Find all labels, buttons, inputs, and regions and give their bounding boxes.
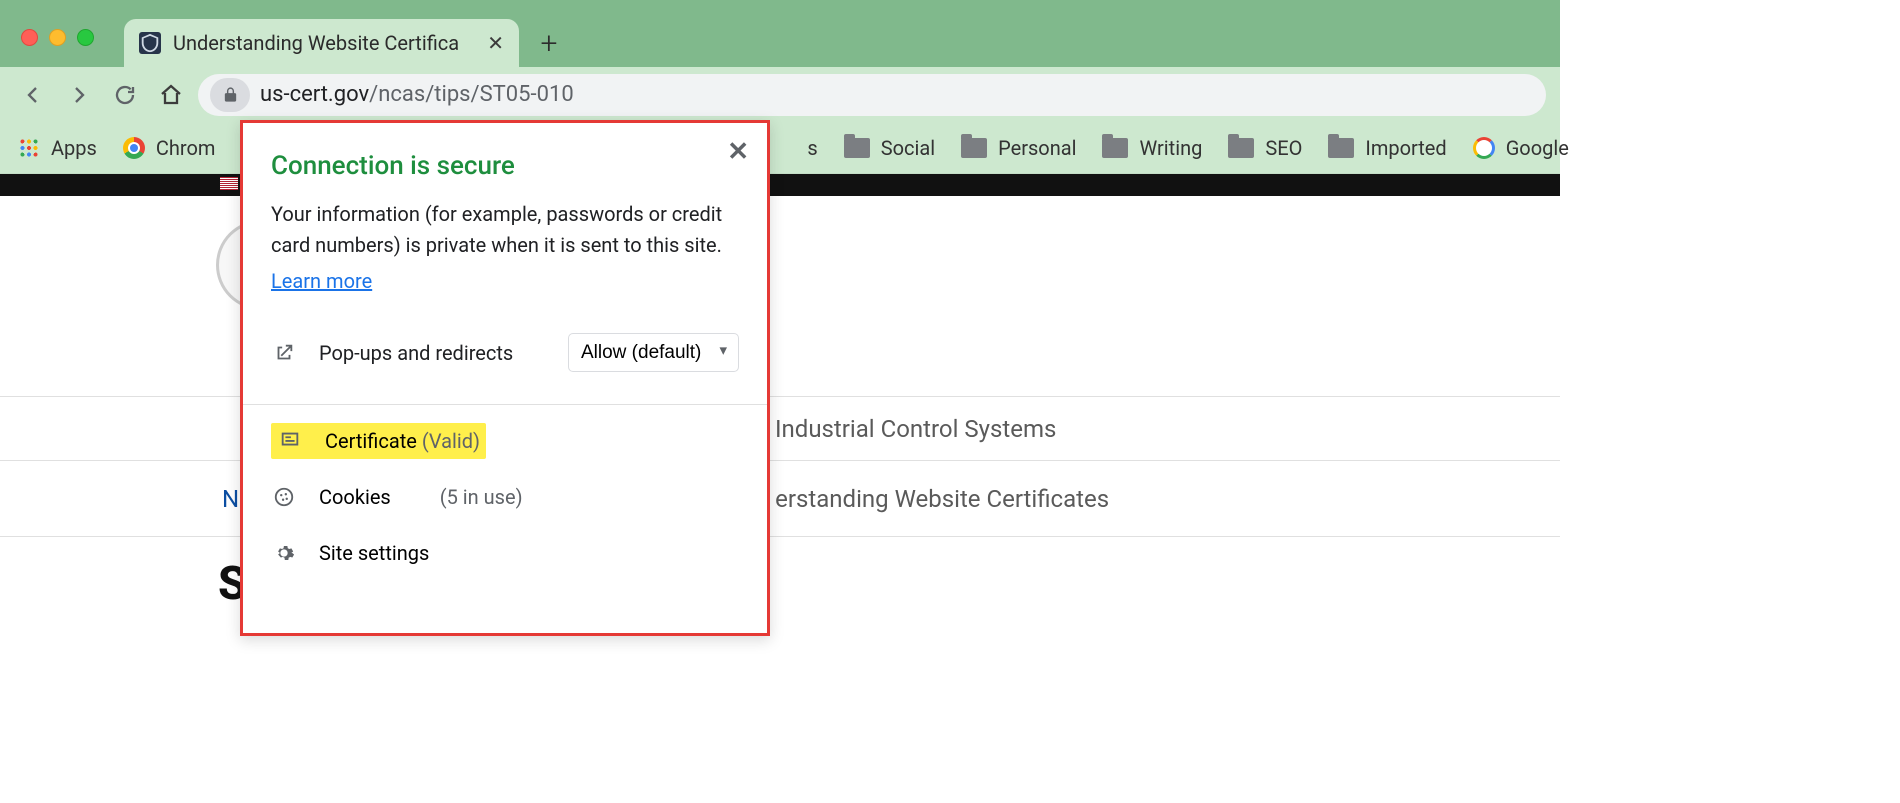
toolbar: us-cert.gov/ncas/tips/ST05-010 [0, 67, 1560, 122]
page-content: Industrial Control Systems N erstanding … [0, 174, 1560, 658]
nav-item-ics[interactable]: Industrial Control Systems [0, 396, 1560, 461]
gear-icon [271, 542, 297, 564]
site-info-popup: ✕ Connection is secure Your information … [240, 120, 770, 636]
window-titlebar: Understanding Website Certifica ✕ + [0, 0, 1560, 67]
site-info-button[interactable] [210, 78, 250, 112]
bookmark-folder-personal[interactable]: Personal [961, 136, 1076, 160]
browser-tab[interactable]: Understanding Website Certifica ✕ [124, 19, 519, 67]
google-icon [1473, 137, 1495, 159]
url-host: us-cert.gov [260, 82, 369, 107]
minimize-window-button[interactable] [49, 29, 66, 46]
bookmark-folder-seo[interactable]: SEO [1228, 136, 1302, 160]
bookmark-label: Writing [1139, 136, 1202, 160]
close-window-button[interactable] [21, 29, 38, 46]
bookmark-partial: s [807, 136, 817, 160]
site-settings-label: Site settings [319, 541, 429, 565]
forward-button[interactable] [60, 76, 98, 114]
bookmark-google[interactable]: Google [1473, 136, 1569, 160]
breadcrumb-current: erstanding Website Certificates [775, 485, 1109, 513]
cookies-row[interactable]: Cookies (5 in use) [271, 469, 739, 525]
url-path: /ncas/tips/ST05-010 [369, 82, 574, 107]
cookie-icon [271, 486, 297, 508]
address-bar[interactable]: us-cert.gov/ncas/tips/ST05-010 [198, 74, 1546, 116]
apps-label: Apps [51, 136, 97, 160]
bookmark-chrome[interactable]: Chrom [123, 136, 216, 160]
certificate-label: Certificate [325, 429, 417, 453]
popups-redirects-label: Pop-ups and redirects [319, 341, 513, 365]
tabstrip: Understanding Website Certifica ✕ + [124, 0, 569, 67]
bookmarks-bar: Apps Chrom s Social Personal Writing SEO… [0, 122, 1560, 174]
reload-button[interactable] [106, 76, 144, 114]
lock-icon [222, 86, 239, 103]
connection-status-title: Connection is secure [271, 151, 739, 181]
bookmark-label: Imported [1365, 136, 1446, 160]
apps-icon [18, 137, 40, 159]
bookmark-label: Google [1506, 136, 1569, 160]
cookies-label: Cookies [319, 485, 391, 509]
learn-more-link[interactable]: Learn more [271, 269, 372, 293]
bookmark-folder-writing[interactable]: Writing [1102, 136, 1202, 160]
bookmark-label: Chrom [156, 136, 216, 160]
favicon-icon [139, 32, 161, 54]
close-tab-icon[interactable]: ✕ [487, 31, 504, 55]
back-button[interactable] [14, 76, 52, 114]
tab-title: Understanding Website Certifica [173, 31, 459, 55]
home-button[interactable] [152, 76, 190, 114]
new-tab-button[interactable]: + [529, 23, 569, 63]
bookmark-folder-imported[interactable]: Imported [1328, 136, 1446, 160]
chrome-icon [123, 137, 145, 159]
gov-banner [0, 174, 1560, 196]
page-title: S [0, 557, 1560, 611]
cookies-status: (5 in use) [440, 485, 523, 509]
folder-icon [961, 138, 987, 158]
maximize-window-button[interactable] [77, 29, 94, 46]
popups-redirects-select[interactable]: Allow (default) [568, 333, 739, 372]
breadcrumb-link[interactable]: N [222, 485, 239, 513]
certificate-status: (Valid) [422, 429, 480, 453]
certificate-row[interactable]: Certificate (Valid) [271, 413, 739, 469]
bookmark-folder-social[interactable]: Social [844, 136, 935, 160]
popup-icon [271, 342, 297, 364]
site-settings-row[interactable]: Site settings [271, 525, 739, 581]
folder-icon [1102, 138, 1128, 158]
folder-icon [1328, 138, 1354, 158]
connection-description: Your information (for example, passwords… [271, 199, 739, 261]
bookmark-label: Personal [998, 136, 1076, 160]
bookmark-label: Social [881, 136, 935, 160]
us-flag-icon [220, 177, 238, 190]
url-text: us-cert.gov/ncas/tips/ST05-010 [260, 82, 574, 107]
bookmark-label: SEO [1265, 136, 1302, 160]
folder-icon [844, 138, 870, 158]
certificate-icon [277, 429, 303, 453]
breadcrumb: N erstanding Website Certificates [0, 461, 1560, 537]
apps-shortcut[interactable]: Apps [18, 136, 97, 160]
close-popup-button[interactable]: ✕ [727, 137, 749, 167]
window-controls [0, 0, 94, 46]
folder-icon [1228, 138, 1254, 158]
